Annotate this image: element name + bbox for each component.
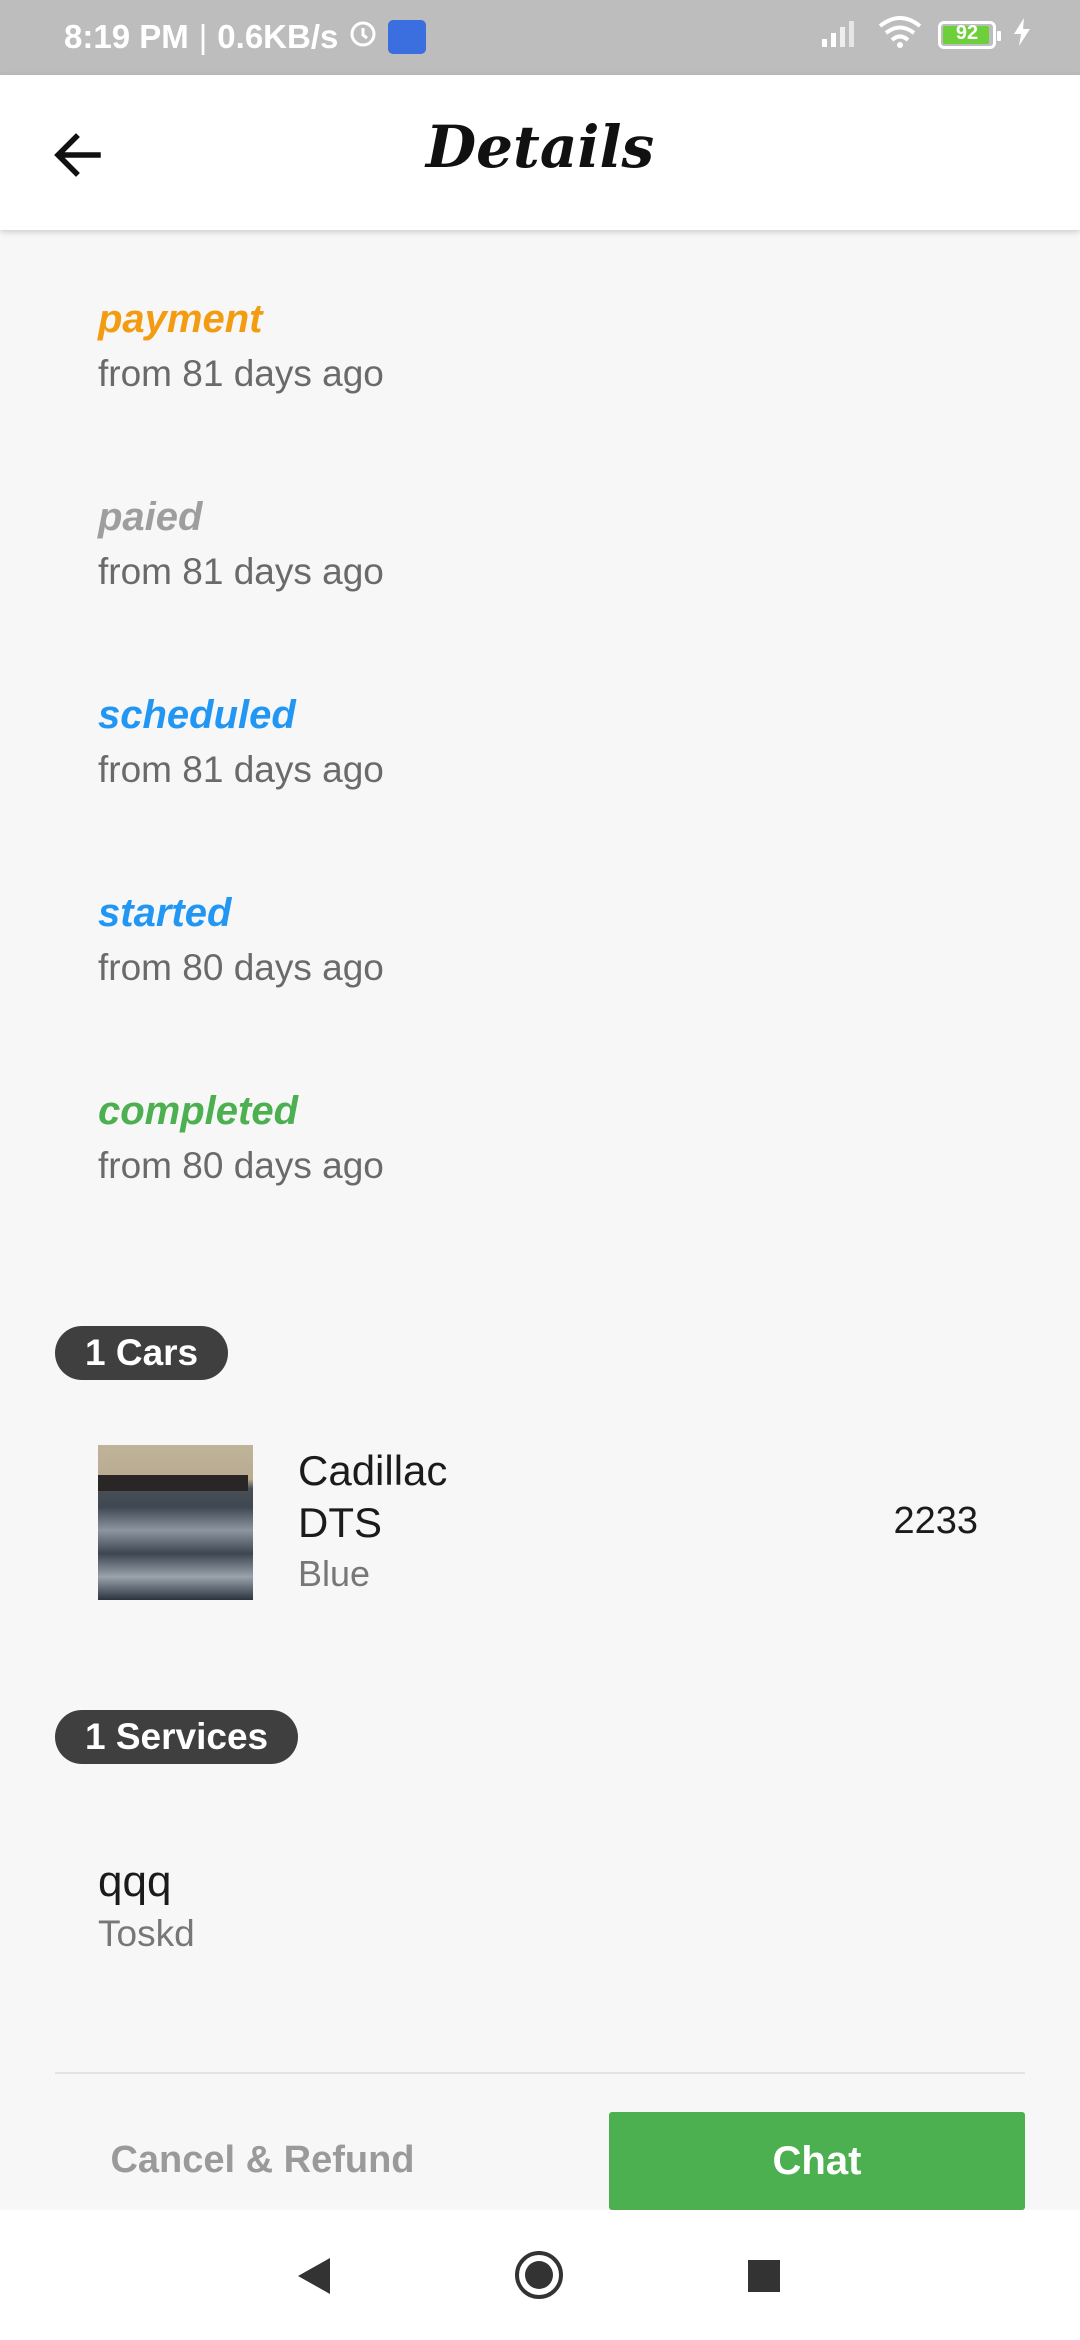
status-bar: 8:19 PM | 0.6KB/s 92	[0, 0, 1080, 75]
timeline-item-completed: completed from 80 days ago	[98, 1087, 384, 1285]
timeline-time: from 81 days ago	[98, 353, 384, 394]
timeline-item-started: started from 80 days ago	[98, 889, 384, 1087]
services-count-chip: 1 Services	[55, 1710, 299, 1764]
timeline-status: paied	[98, 495, 203, 539]
car-list-item[interactable]: Cadillac DTS Blue 2233	[98, 1445, 978, 1600]
timeline-status: started	[98, 891, 232, 935]
car-model: DTS	[298, 1499, 382, 1546]
car-color: Blue	[298, 1553, 371, 1594]
car-make: Cadillac	[298, 1447, 448, 1494]
service-list-item[interactable]: qqq Toskd	[98, 1855, 195, 1955]
timeline-item-scheduled: scheduled from 81 days ago	[98, 691, 384, 889]
app-bar: Details	[0, 75, 1080, 230]
status-timeline: payment from 81 days ago paied from 81 d…	[98, 295, 384, 1285]
timeline-time: from 80 days ago	[98, 947, 384, 988]
system-nav-bar	[0, 2210, 1080, 2340]
alarm-icon	[348, 18, 378, 56]
nav-home-button[interactable]	[514, 2250, 564, 2300]
car-name: Cadillac DTS	[298, 1445, 447, 1549]
service-name: qqq	[98, 1857, 172, 1906]
car-photo	[98, 1445, 253, 1600]
timeline-status: completed	[98, 1089, 299, 1133]
timeline-item-payment: payment from 81 days ago	[98, 295, 384, 493]
battery-icon: 92	[938, 20, 1001, 49]
timeline-status: scheduled	[98, 693, 296, 737]
timeline-item-paied: paied from 81 days ago	[98, 493, 384, 691]
timeline-status: payment	[98, 297, 263, 341]
timeline-time: from 81 days ago	[98, 749, 384, 790]
status-right: 92	[820, 16, 1032, 53]
status-speed: 0.6KB/s	[217, 18, 339, 55]
cancel-refund-button[interactable]: Cancel & Refund	[55, 2112, 470, 2208]
cars-count-chip: 1 Cars	[55, 1326, 229, 1380]
circle-home-icon	[515, 2251, 563, 2299]
divider	[55, 2072, 1025, 2074]
triangle-back-icon	[298, 2258, 330, 2294]
timeline-time: from 81 days ago	[98, 551, 384, 592]
timeline-time: from 80 days ago	[98, 1145, 384, 1186]
status-time: 8:19 PM	[64, 18, 189, 55]
service-description: Toskd	[98, 1913, 195, 1954]
car-plate-number: 2233	[893, 1500, 978, 1542]
status-left: 8:19 PM | 0.6KB/s	[64, 18, 427, 56]
battery-level: 92	[955, 21, 979, 44]
charging-icon	[1012, 17, 1032, 52]
page-title: Details	[425, 113, 655, 181]
chat-button[interactable]: Chat	[609, 2112, 1025, 2210]
signal-icon	[820, 17, 862, 52]
wifi-icon	[878, 16, 922, 53]
nav-back-button[interactable]	[296, 2256, 332, 2301]
app-notification-icon	[388, 20, 427, 54]
nav-recents-button[interactable]	[748, 2260, 780, 2292]
